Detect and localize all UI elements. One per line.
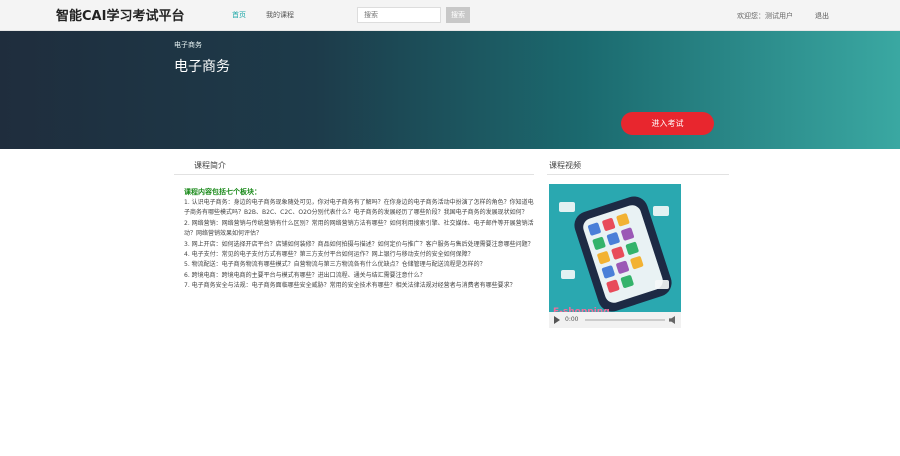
enter-exam-button[interactable]: 进入考试 [621,112,714,135]
intro-item: 5. 物流配送：电子商务物流有哪些模式？自营物流与第三方物流各有什么优缺点？仓储… [184,261,486,269]
intro-item: 2. 网络营销：网络营销与传统营销有什么区别？常用的网络营销方法有哪些？如何利用… [184,219,534,238]
course-banner: 电子商务 电子商务 进入考试 [0,31,900,149]
welcome-text: 欢迎您：测试用户 [737,12,793,20]
search-input[interactable] [357,7,441,23]
course-title: 电子商务 [174,59,230,75]
intro-item: 3. 网上开店：如何选择开店平台？店铺如何装修？商品如何拍摄与描述？如何定价与推… [184,240,534,248]
intro-body: 1. 认识电子商务：身边的电子商务现象随处可见，你对电子商务有了解吗？在你身边的… [184,198,534,456]
play-icon[interactable] [554,316,560,324]
tab-course-video[interactable]: 课程视频 [549,160,581,171]
volume-icon[interactable] [669,316,675,324]
breadcrumb: 电子商务 [174,41,202,49]
intro-heading: 课程内容包括七个板块： [184,188,261,196]
video-time: 0:00 [565,316,579,323]
brand-title[interactable]: 智能CAI学习考试平台 [56,5,184,24]
divider [174,174,534,175]
intro-item: 7. 电子商务安全与法规：电子商务面临哪些安全威胁？常用的安全技术有哪些？相关法… [184,282,516,290]
nav-home[interactable]: 首页 [232,10,246,20]
intro-item: 6. 跨境电商：跨境电商的主要平台与模式有哪些？进出口流程、通关与结汇需要注意什… [184,271,426,279]
video-controls: 0:00 [549,312,681,328]
top-navbar: 智能CAI学习考试平台 首页 我的课程 搜索 欢迎您：测试用户 退出 [0,0,900,31]
intro-item: 1. 认识电子商务：身边的电子商务现象随处可见，你对电子商务有了解吗？在你身边的… [184,199,534,217]
video-progress-bar[interactable] [585,319,665,321]
tab-course-intro[interactable]: 课程简介 [194,160,226,171]
intro-item: 4. 电子支付：常见的电子支付方式有哪些？第三方支付平台如何运作？网上银行与移动… [184,251,474,259]
search-button[interactable]: 搜索 [446,7,470,23]
logout-link[interactable]: 退出 [815,11,829,21]
nav-my-courses[interactable]: 我的课程 [266,10,294,20]
video-player[interactable]: E-shopping [549,184,681,328]
divider [547,174,729,175]
